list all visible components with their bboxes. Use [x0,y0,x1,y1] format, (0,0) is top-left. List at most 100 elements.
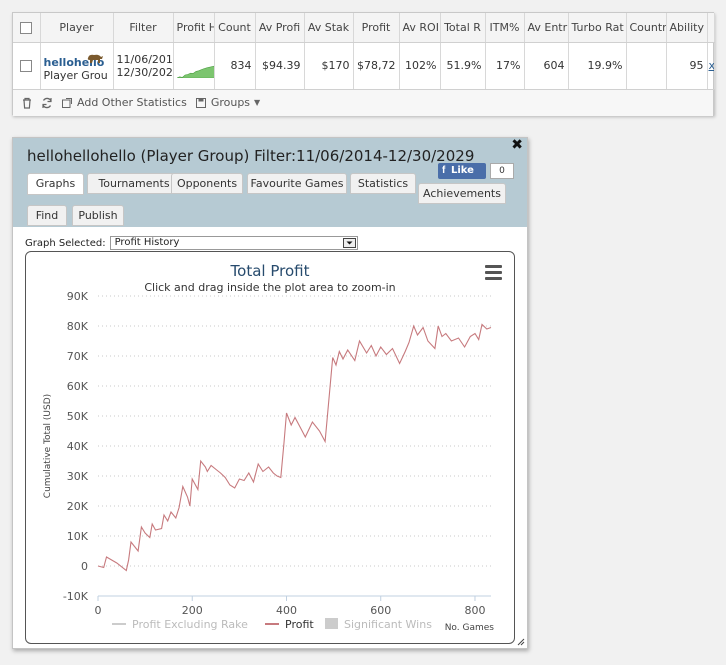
graph-select[interactable]: Profit History [109,236,358,250]
y-tick-label: 20K [67,500,89,513]
dialog-title: hellohellohello (Player Group) Filter:11… [27,147,475,165]
remove-row-link[interactable]: x [709,59,714,72]
player-graph-dialog: hellohellohello (Player Group) Filter:11… [12,137,528,649]
col-header-player[interactable]: Player [40,13,114,43]
chart-container[interactable]: Total Profit Click and drag inside the pl… [25,251,515,644]
count-cell: 834 [214,42,256,90]
col-header-remove [707,13,715,43]
trash-icon[interactable] [21,97,33,109]
graph-selected-label: Graph Selected: [25,237,106,249]
turbo-ratio-cell: 19.9% [568,42,627,90]
col-header-country[interactable]: Countr [626,13,667,43]
y-axis-label: Cumulative Total (USD) [43,394,53,498]
col-header-av-stake[interactable]: Av Stak [304,13,354,43]
col-header-ability[interactable]: Ability [666,13,708,43]
close-icon[interactable]: ✖ [511,137,523,153]
y-tick-label: 90K [67,290,89,303]
player-stats-panel: Player Filter Profit H Count Av Profi Av… [12,12,715,116]
add-other-statistics-button[interactable]: Add Other Statistics [61,96,187,109]
row-checkbox[interactable] [20,60,33,72]
country-cell [626,42,667,90]
y-tick-label: -10K [63,590,89,603]
remove-cell: x [707,42,715,90]
y-tick-label: 30K [67,470,89,483]
col-header-itm[interactable]: ITM% [485,13,525,43]
y-tick-label: 10K [67,530,89,543]
player-cell: hellohello Player Grou [40,42,114,90]
profit-history-cell [173,42,215,90]
facebook-like-label: Like [451,165,474,176]
tab-statistics[interactable]: Statistics [350,173,416,194]
sparkline-area [176,65,213,78]
legend-swatch-significant-wins [325,618,338,629]
select-all-checkbox[interactable] [20,21,33,34]
facebook-icon: f [442,165,446,176]
graph-select-value: Profit History [114,237,180,248]
facebook-like-button[interactable]: f Like [438,163,486,179]
filter-cell: 11/06/201 12/30/202 [113,42,174,90]
legend-item-excluding-rake: Profit Excluding Rake [132,618,248,631]
table-header-row: Player Filter Profit H Count Av Profi Av… [13,13,715,43]
bear-icon [87,54,103,63]
col-header-profit[interactable]: Profit [353,13,400,43]
filter-start-date: 11/06/201 [116,52,173,66]
col-header-total-roi[interactable]: Total R [440,13,486,43]
y-tick-label: 40K [67,440,89,453]
chart-subtitle: Click and drag inside the plot area to z… [144,281,395,294]
col-header-av-entrants[interactable]: Av Entr [524,13,569,43]
player-group-label: Player Grou [43,68,108,82]
x-tick-label: 200 [182,604,203,617]
x-axis-label: No. Games [445,623,495,633]
dialog-header: hellohellohello (Player Group) Filter:11… [13,137,527,227]
total-profit-chart[interactable]: Total ProfitClick and drag inside the pl… [26,252,514,643]
col-header-count[interactable]: Count [214,13,256,43]
x-tick-label: 400 [276,604,297,617]
tab-favourite-games[interactable]: Favourite Games [247,173,347,194]
chart-title: Total Profit [230,262,310,280]
legend-item-significant-wins: Significant Wins [344,618,432,631]
x-tick-label: 800 [464,604,485,617]
dropdown-arrow-icon[interactable] [342,238,356,248]
chart-legend: Profit Excluding Rake Profit Significant W… [112,618,432,631]
tab-publish[interactable]: Publish [72,205,124,226]
ability-cell: 95 [666,42,708,90]
add-other-statistics-label: Add Other Statistics [77,96,187,109]
tab-graphs[interactable]: Graphs [27,173,84,195]
y-tick-label: 70K [67,350,89,363]
profit-cell: $78,72 [353,42,400,90]
resize-handle-icon[interactable] [517,638,525,646]
y-tick-label: 80K [67,320,89,333]
x-tick-label: 600 [370,604,391,617]
av-profit-cell: $94.39 [255,42,305,90]
col-header-turbo-ratio[interactable]: Turbo Rat [568,13,627,43]
tab-opponents[interactable]: Opponents [171,173,243,194]
y-tick-label: 0 [81,560,88,573]
groups-label: Groups [210,96,251,109]
col-header-profit-history[interactable]: Profit H [173,13,215,43]
tab-find[interactable]: Find [27,205,67,226]
profit-sparkline [176,65,213,78]
tab-achievements[interactable]: Achievements [418,183,506,204]
facebook-like-count: 0 [490,163,514,179]
col-header-av-profit[interactable]: Av Profi [255,13,305,43]
itm-cell: 17% [485,42,525,90]
player-stats-table: Player Filter Profit H Count Av Profi Av… [13,13,715,90]
select-all-header[interactable] [13,13,41,43]
legend-item-profit: Profit [285,618,314,631]
caret-down-icon: ▼ [254,98,261,107]
tab-tournaments[interactable]: Tournaments [87,173,181,194]
filter-end-date: 12/30/202 [116,65,173,79]
chart-menu-icon[interactable] [485,265,502,280]
save-icon [195,97,206,108]
series-line-profit [97,323,492,572]
refresh-icon[interactable] [41,97,53,109]
y-tick-label: 60K [67,380,89,393]
table-row: hellohello Player Grou 11/06/201 12/30/2… [13,42,715,90]
col-header-filter[interactable]: Filter [113,13,174,43]
row-select[interactable] [13,42,41,90]
stats-footer: Add Other Statistics Groups ▼ [13,89,713,116]
groups-dropdown[interactable]: Groups ▼ [195,96,260,109]
av-entrants-cell: 604 [524,42,569,90]
col-header-av-roi[interactable]: Av ROI [399,13,441,43]
y-tick-label: 50K [67,410,89,423]
